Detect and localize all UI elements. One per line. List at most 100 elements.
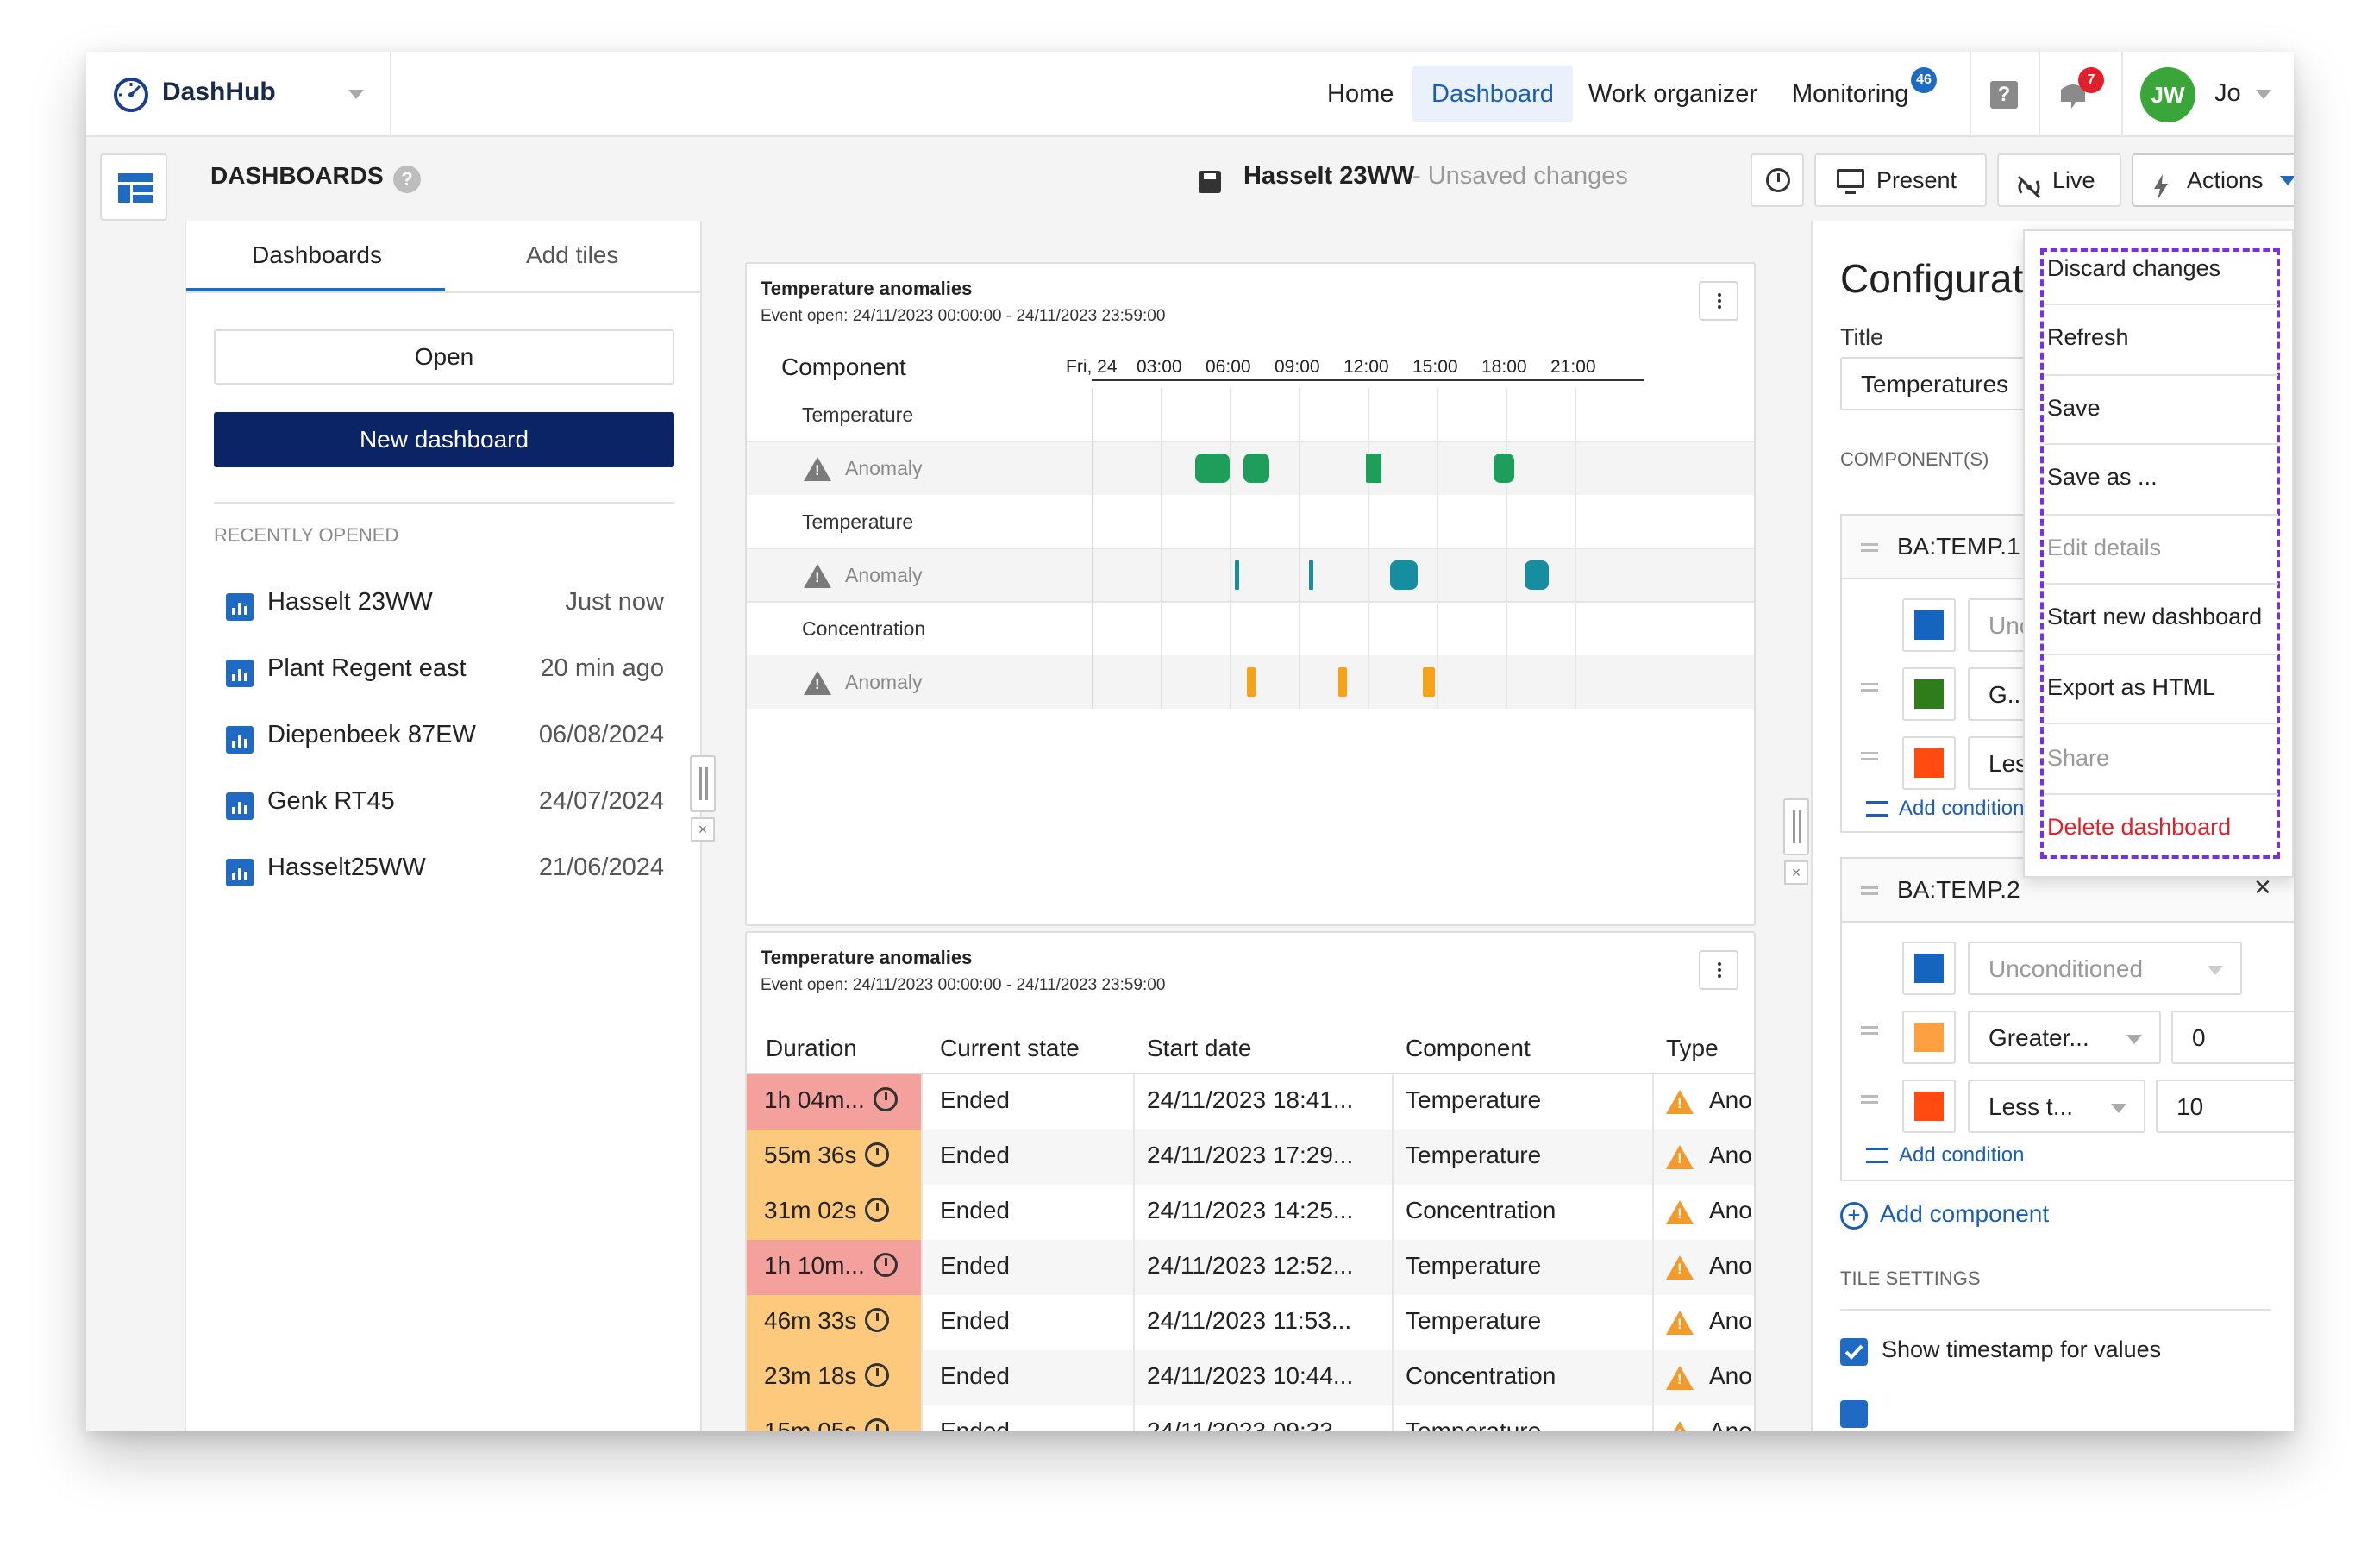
left-panel-close-icon[interactable]: × — [691, 817, 715, 842]
table-row[interactable]: 1h 10m... Ended 24/11/2023 12:52... Tempera… — [747, 1240, 1754, 1295]
drag-handle-icon[interactable] — [1861, 1095, 1878, 1104]
time-tick: 12:00 — [1343, 357, 1389, 377]
time-tick: 03:00 — [1137, 357, 1182, 377]
recent-item[interactable]: Plant Regent east 20 min ago — [212, 649, 678, 692]
user-name[interactable]: Jo — [2214, 79, 2241, 108]
anomaly-bar[interactable] — [1525, 560, 1549, 590]
column-header-component[interactable]: Component — [1406, 1035, 1531, 1062]
table-row[interactable]: 46m 33s Ended 24/11/2023 11:53... Temperatu… — [747, 1295, 1754, 1350]
right-panel-close-icon[interactable]: × — [1784, 860, 1808, 885]
recent-item[interactable]: Hasselt 23WW Just now — [212, 583, 678, 626]
table-row[interactable]: 1h 04m... Ended 24/11/2023 18:41... Tempera… — [747, 1074, 1754, 1130]
state-cell: Ended — [940, 1362, 1010, 1389]
menu-item-save[interactable]: Save — [2047, 395, 2101, 422]
anomaly-bar[interactable] — [1243, 454, 1269, 483]
menu-item-discard-changes[interactable]: Discard changes — [2047, 255, 2220, 282]
tile-menu-kebab-icon[interactable] — [1699, 950, 1738, 990]
open-button[interactable]: Open — [214, 329, 674, 385]
time-axis — [1092, 379, 1644, 381]
help-icon[interactable]: ? — [1990, 81, 2018, 109]
table-row[interactable]: 23m 18s Ended 24/11/2023 10:44... Concentra… — [747, 1350, 1754, 1405]
timeline-row: Anomaly — [747, 548, 1754, 602]
condition-select[interactable]: Unconditioned — [1968, 942, 2242, 995]
color-picker[interactable] — [1902, 1080, 1956, 1133]
anomaly-bar[interactable] — [1423, 667, 1435, 697]
show-timestamp-checkbox[interactable] — [1840, 1338, 1868, 1366]
color-picker[interactable] — [1902, 598, 1956, 652]
anomaly-bar[interactable] — [1338, 667, 1347, 697]
table-row[interactable]: 15m 05s Ended 24/11/2023 09:33... Temperatu… — [747, 1405, 1754, 1431]
plus-circle-icon: + — [1840, 1202, 1868, 1230]
recent-item[interactable]: Diepenbeek 87EW 06/08/2024 — [212, 716, 678, 759]
anomaly-bar[interactable] — [1390, 560, 1418, 590]
dashboard-panel-toggle[interactable] — [100, 153, 167, 221]
drag-handle-icon[interactable] — [1861, 1026, 1878, 1035]
anomaly-bar[interactable] — [1494, 454, 1514, 483]
history-button[interactable] — [1751, 153, 1804, 207]
actions-button[interactable]: Actions — [2132, 153, 2294, 207]
add-condition-link[interactable]: Add condition — [1866, 797, 2024, 821]
drag-handle-icon[interactable] — [1861, 752, 1878, 760]
nav-home[interactable]: Home — [1308, 52, 1412, 137]
add-condition-link[interactable]: Add condition — [1866, 1143, 2024, 1167]
add-component-button[interactable]: + Add component — [1840, 1198, 2099, 1233]
duration-cell: 31m 02s — [747, 1185, 921, 1240]
condition-select[interactable]: Less t... — [1968, 1080, 2145, 1133]
nav-dashboard[interactable]: Dashboard — [1412, 66, 1573, 122]
nav-monitoring[interactable]: Monitoring — [1773, 52, 1927, 137]
drag-handle-icon[interactable] — [1861, 683, 1878, 692]
left-panel-resize-handle[interactable] — [690, 755, 716, 812]
anomaly-bar[interactable] — [1235, 560, 1239, 590]
save-icon[interactable] — [1199, 171, 1221, 193]
drag-handle-icon[interactable] — [1861, 543, 1878, 552]
anomaly-bar[interactable] — [1195, 454, 1230, 483]
right-panel-resize-handle[interactable] — [1783, 798, 1809, 855]
component-name: BA:TEMP.2 — [1897, 876, 2020, 903]
anomaly-bar[interactable] — [1309, 560, 1313, 590]
color-picker[interactable] — [1902, 736, 1956, 790]
table-row[interactable]: 31m 02s Ended 24/11/2023 14:25... Concentra… — [747, 1185, 1754, 1240]
tab-dashboards[interactable]: Dashboards — [252, 241, 382, 269]
condition-value-input[interactable]: 10 — [2156, 1080, 2294, 1133]
recent-item[interactable]: Genk RT45 24/07/2024 — [212, 782, 678, 825]
menu-item-export-html[interactable]: Export as HTML — [2047, 674, 2215, 701]
anomaly-warning-icon — [804, 564, 831, 588]
drag-handle-icon[interactable] — [1861, 886, 1878, 895]
anomaly-warning-icon — [804, 457, 831, 481]
color-picker[interactable] — [1902, 1011, 1956, 1064]
sidebar-help-icon[interactable]: ? — [393, 166, 421, 193]
anomaly-warning-icon — [804, 671, 831, 695]
tile-menu-kebab-icon[interactable] — [1699, 281, 1738, 321]
column-header-state[interactable]: Current state — [940, 1035, 1080, 1062]
user-avatar[interactable]: JW — [2140, 67, 2195, 122]
clock-icon — [865, 1363, 890, 1387]
present-button[interactable]: Present — [1814, 153, 1987, 207]
color-picker[interactable] — [1902, 942, 1956, 995]
component-card: BA:TEMP.2 × Unconditioned Greater... 0 L… — [1840, 857, 2294, 1181]
checkbox[interactable] — [1840, 1400, 1868, 1428]
menu-item-refresh[interactable]: Refresh — [2047, 324, 2129, 351]
column-header-start-date[interactable]: Start date — [1147, 1035, 1251, 1062]
tile-title: Temperature anomalies — [761, 278, 973, 299]
duration-cell: 23m 18s — [747, 1350, 921, 1405]
condition-value-input[interactable]: 0 — [2171, 1011, 2294, 1064]
recent-item[interactable]: Hasselt25WW 21/06/2024 — [212, 848, 678, 892]
menu-item-start-new-dashboard[interactable]: Start new dashboard — [2047, 604, 2262, 630]
color-picker[interactable] — [1902, 667, 1956, 721]
start-date-cell: 24/11/2023 18:41... — [1147, 1086, 1354, 1113]
anomaly-bar[interactable] — [1366, 454, 1381, 483]
table-row[interactable]: 55m 36s Ended 24/11/2023 17:29... Temperatu… — [747, 1130, 1754, 1185]
user-menu-chevron-icon[interactable] — [2256, 90, 2271, 99]
live-button[interactable]: Live — [1997, 153, 2121, 207]
timeline-row: Concentration — [802, 617, 926, 640]
menu-item-delete-dashboard[interactable]: Delete dashboard — [2047, 814, 2231, 841]
new-dashboard-button[interactable]: New dashboard — [214, 412, 674, 467]
condition-select[interactable]: Greater... — [1968, 1011, 2161, 1064]
app-switcher-chevron-icon[interactable] — [348, 90, 364, 99]
column-header-type[interactable]: Type — [1666, 1035, 1719, 1062]
menu-item-save-as[interactable]: Save as ... — [2047, 464, 2158, 491]
column-header-duration[interactable]: Duration — [766, 1035, 857, 1062]
anomaly-bar[interactable] — [1247, 667, 1256, 697]
tab-add-tiles[interactable]: Add tiles — [526, 241, 618, 269]
nav-work-organizer[interactable]: Work organizer — [1569, 52, 1776, 137]
